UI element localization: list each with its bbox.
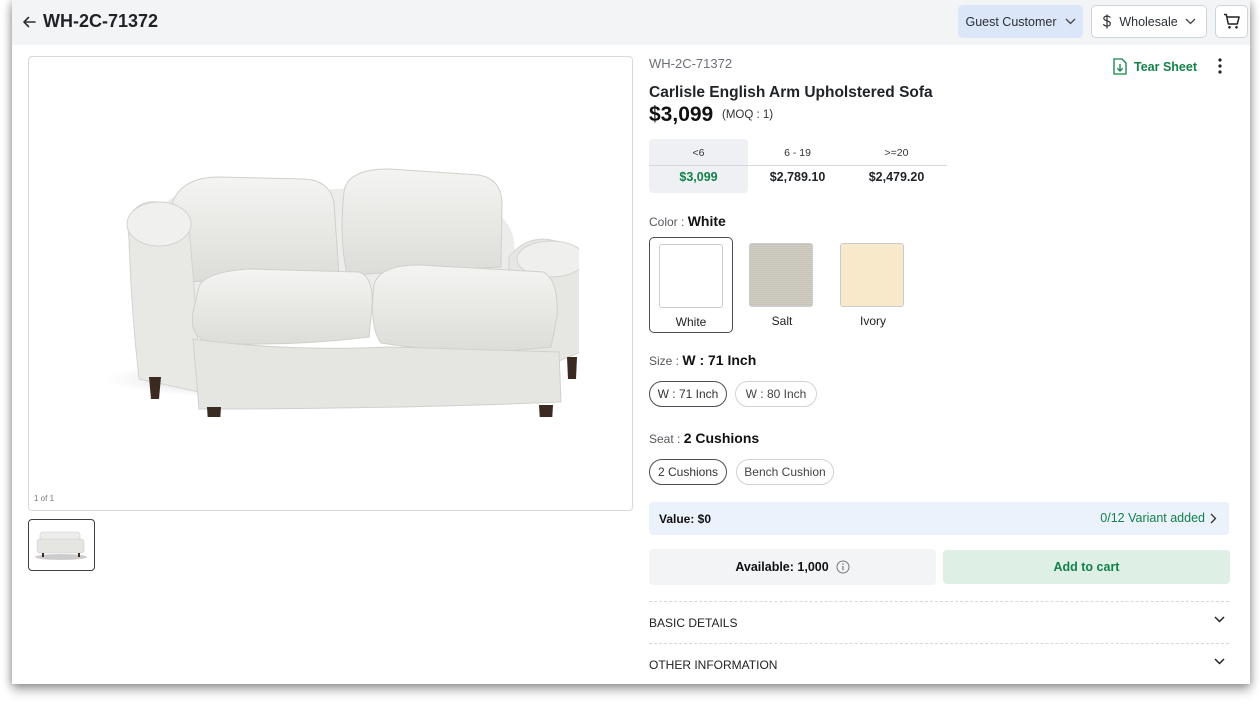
swatch-name: Salt (771, 314, 793, 328)
moq-label: (MOQ : 1) (722, 109, 774, 121)
add-to-cart-button[interactable]: Add to cart (943, 550, 1230, 584)
swatch-name: Ivory (859, 314, 886, 328)
chevron-down-icon (1214, 658, 1225, 665)
product-price: $3,099 (649, 103, 714, 126)
chevron-down-icon (1185, 18, 1196, 25)
tier-price: $3,099 (679, 170, 718, 184)
tear-sheet-label: Tear Sheet (1134, 59, 1197, 74)
swatch-chip (840, 243, 904, 307)
accordion-other-information[interactable]: OTHER INFORMATION (649, 643, 1229, 683)
product-name: Carlisle English Arm Upholstered Sofa (649, 84, 933, 101)
tier-price: $2,789.10 (769, 170, 826, 184)
color-option-label: Color : White (649, 213, 726, 229)
available-quantity: Available: 1,000 (735, 560, 829, 574)
color-swatch-salt[interactable]: Salt (740, 237, 824, 333)
app-window: WH-2C-71372 Guest Customer Wholesale 1 o… (12, 0, 1250, 684)
accordion-title: BASIC DETAILS (649, 616, 738, 630)
cart-icon (1223, 13, 1240, 29)
cart-button[interactable] (1215, 5, 1248, 38)
tier-quantity: >=20 (884, 147, 909, 159)
size-option-label: Size : W : 71 Inch (649, 352, 756, 368)
seat-option-label: Seat : 2 Cushions (649, 430, 759, 446)
customer-select[interactable]: Guest Customer (958, 5, 1083, 38)
selected-size: W : 71 Inch (682, 352, 757, 368)
price-tier: >=20 $2,479.20 (847, 139, 946, 193)
chevron-right-icon (1210, 513, 1217, 523)
price-tier-table: <6 $3,099 6 - 19 $2,789.10 >=20 $2,479.2… (649, 139, 947, 193)
page-title: WH-2C-71372 (43, 11, 159, 31)
back-arrow-icon[interactable] (20, 13, 38, 31)
price-tier: 6 - 19 $2,789.10 (748, 139, 847, 193)
variants-added-label: 0/12 Variant added (1100, 511, 1205, 525)
product-sku: WH-2C-71372 (649, 56, 733, 71)
size-option-71[interactable]: W : 71 Inch (649, 381, 727, 407)
seat-option-2-cushions[interactable]: 2 Cushions (649, 459, 727, 485)
accordion-title: OTHER INFORMATION (649, 658, 778, 672)
pricing-select[interactable]: Wholesale (1091, 5, 1207, 38)
swatch-name: White (675, 315, 707, 329)
option-label: Size : (649, 354, 680, 368)
seat-option-bench-cushion[interactable]: Bench Cushion (736, 459, 834, 485)
dollar-icon (1103, 14, 1112, 29)
selected-seat: 2 Cushions (683, 430, 760, 446)
download-file-icon (1113, 58, 1127, 75)
size-option-80[interactable]: W : 80 Inch (735, 381, 817, 407)
color-swatch-ivory[interactable]: Ivory (831, 237, 915, 333)
more-options-icon[interactable] (1213, 57, 1227, 75)
image-counter: 1 of 1 (34, 494, 55, 503)
image-thumbnail[interactable] (28, 519, 95, 571)
chevron-down-icon (1065, 18, 1075, 25)
sofa-thumbnail-image (35, 531, 87, 560)
availability-box: Available: 1,000 (649, 549, 936, 585)
total-value: Value: $0 (659, 512, 712, 526)
sofa-product-image (104, 168, 579, 417)
swatch-chip (659, 244, 723, 308)
tier-quantity: <6 (692, 147, 705, 159)
color-swatch-white[interactable]: White (649, 237, 733, 333)
tear-sheet-link[interactable]: Tear Sheet (1113, 58, 1197, 75)
top-bar: WH-2C-71372 Guest Customer Wholesale (12, 0, 1250, 45)
accordion-basic-details[interactable]: BASIC DETAILS (649, 601, 1229, 641)
selected-color: White (687, 213, 726, 229)
tier-quantity: 6 - 19 (784, 147, 811, 159)
product-image-viewer[interactable]: 1 of 1 (28, 56, 633, 511)
tier-divider (649, 165, 947, 166)
option-label: Color : (649, 215, 685, 229)
value-bar: Value: $0 0/12 Variant added (649, 502, 1229, 535)
option-label: Seat : (649, 432, 681, 446)
swatch-chip (749, 243, 813, 307)
customer-select-label: Guest Customer (965, 14, 1057, 29)
price-tier: <6 $3,099 (649, 139, 748, 193)
chevron-down-icon (1214, 616, 1225, 623)
pricing-select-label: Wholesale (1119, 14, 1178, 29)
tier-price: $2,479.20 (868, 170, 925, 184)
variants-added-link[interactable]: 0/12 Variant added (1100, 511, 1217, 525)
info-icon[interactable] (836, 560, 850, 574)
